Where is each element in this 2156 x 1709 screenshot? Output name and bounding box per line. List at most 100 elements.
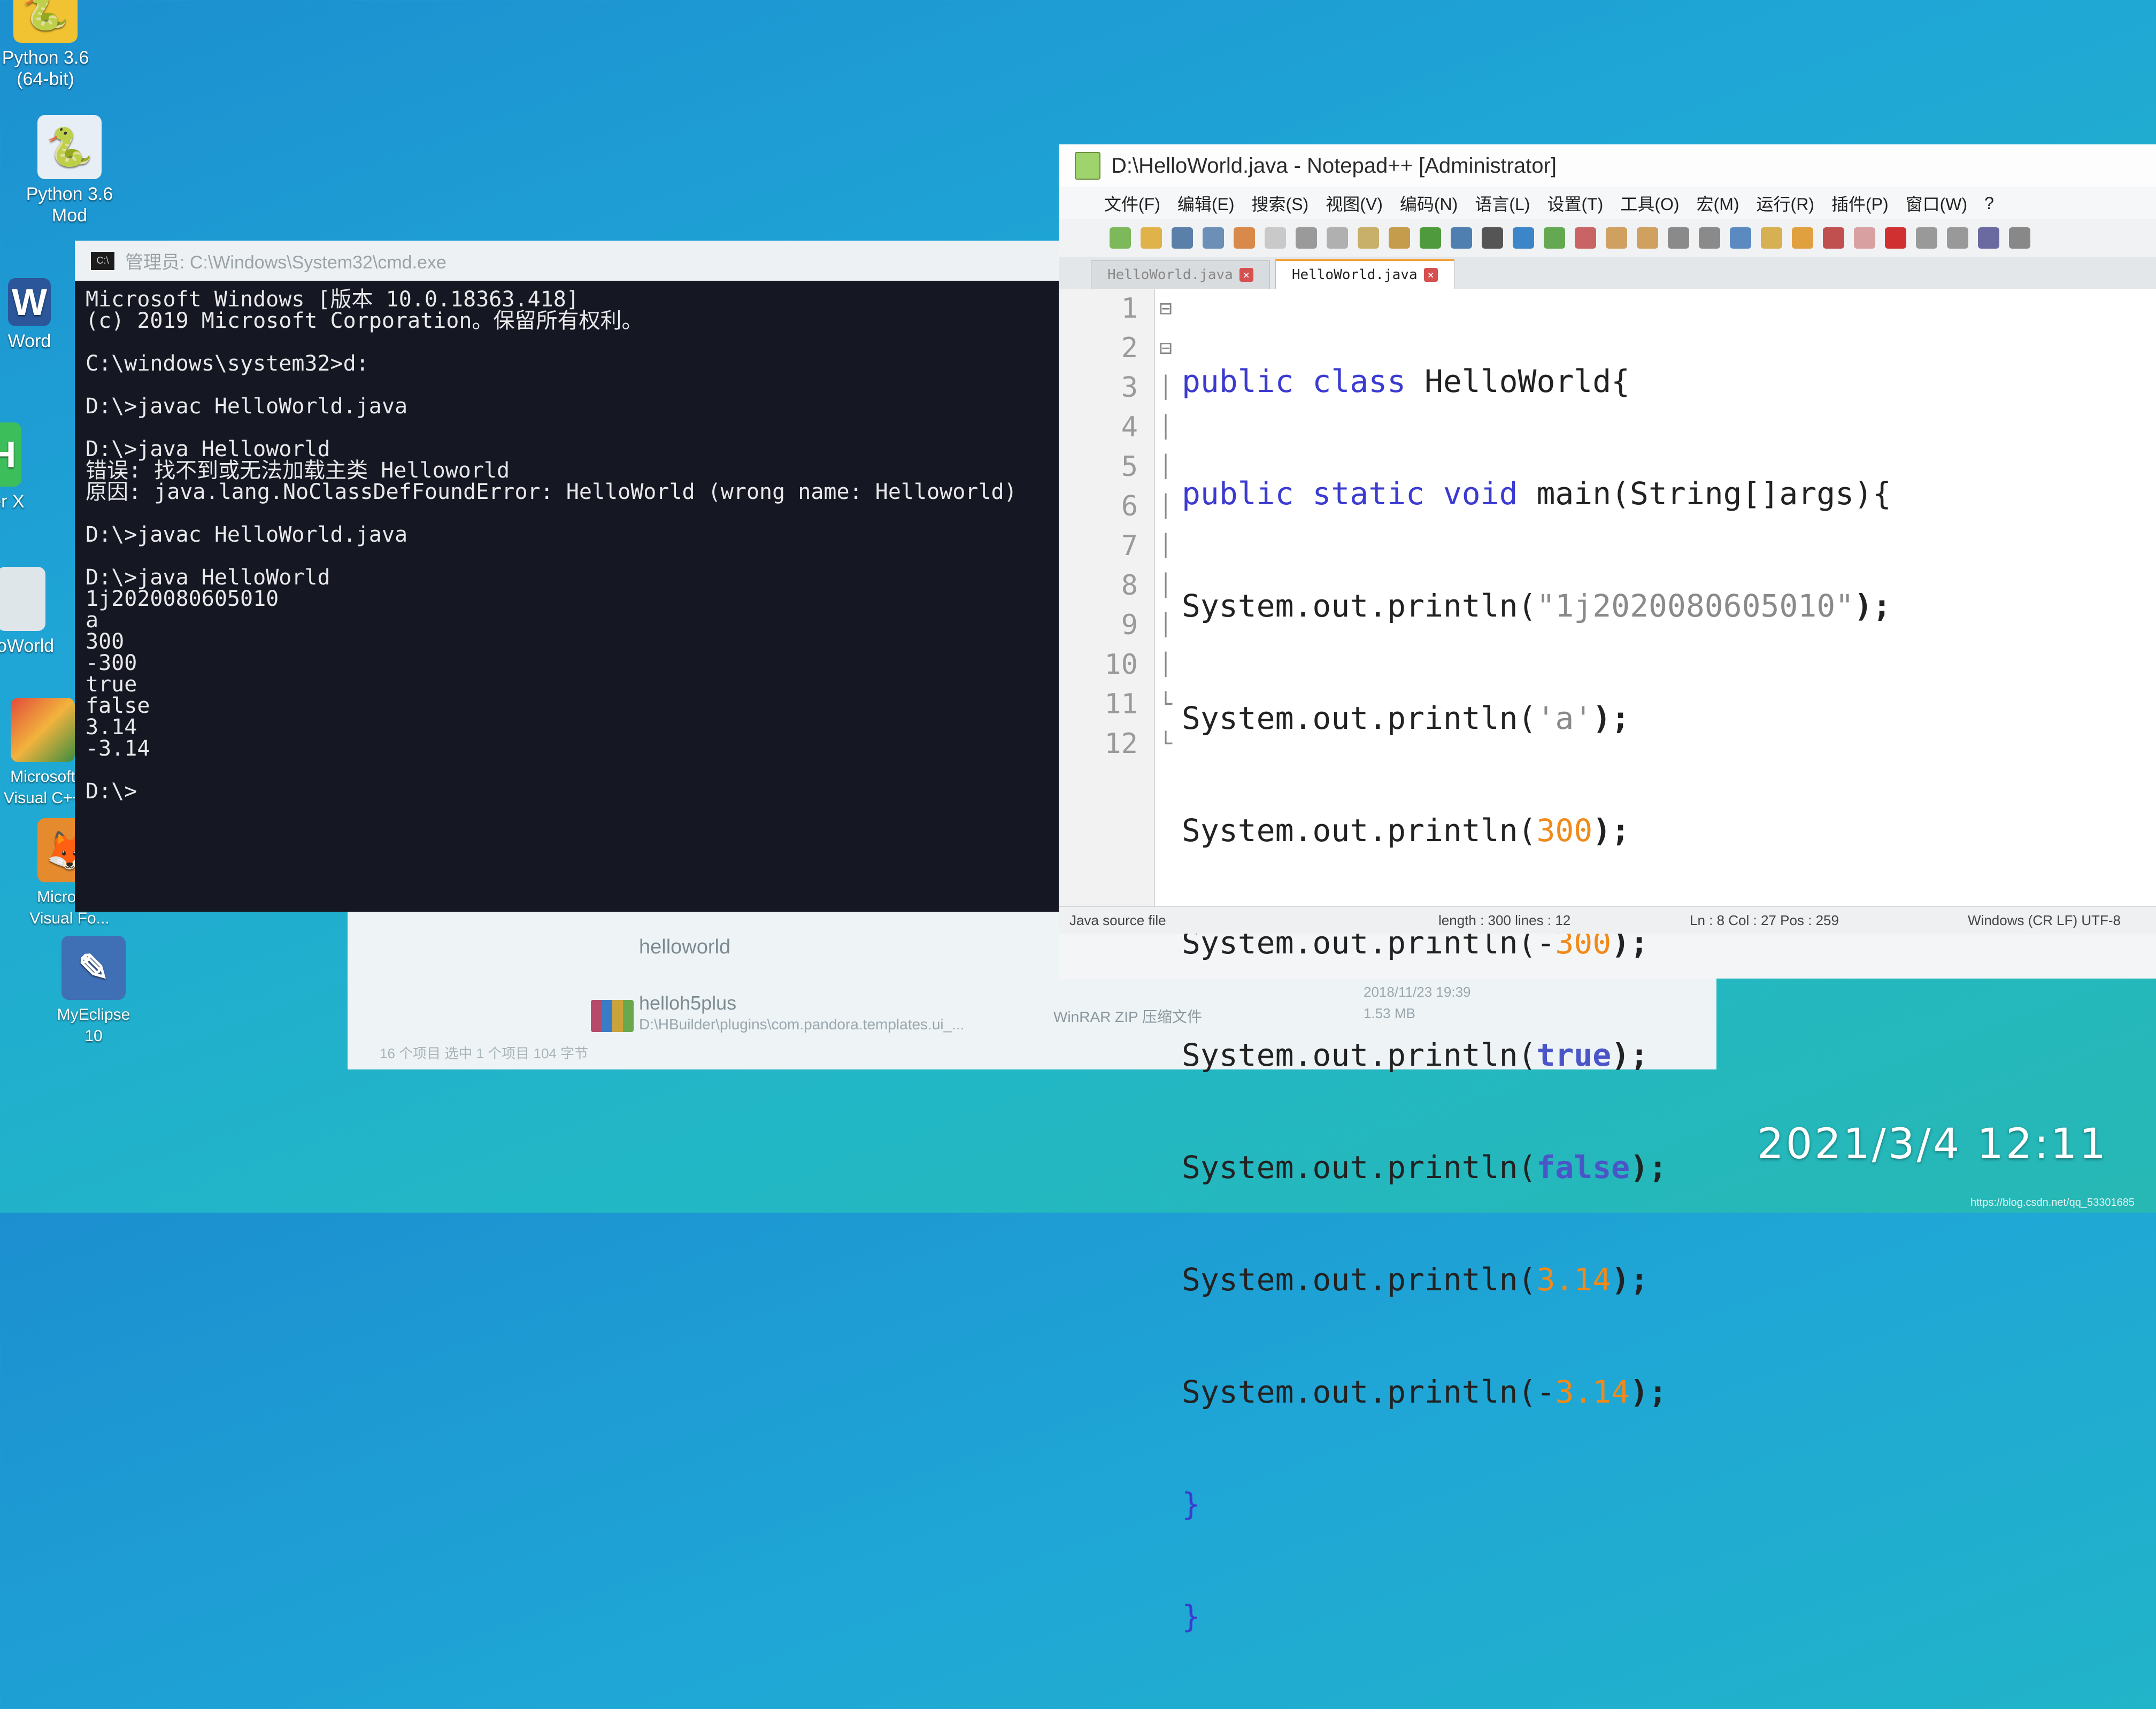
console-line: 1j2020080605010 xyxy=(86,587,279,611)
menu-item[interactable]: 插件(P) xyxy=(1831,191,1889,215)
sync-vertical-icon[interactable] xyxy=(1606,227,1627,249)
record-macro-icon[interactable] xyxy=(1885,227,1906,249)
stop-macro-icon[interactable] xyxy=(1916,227,1937,249)
console-line: D:\>java HelloWorld xyxy=(86,565,330,590)
menu-item[interactable]: 运行(R) xyxy=(1757,191,1814,215)
desktop-icon-myeclipse[interactable]: ✎ MyEclipse 10 xyxy=(40,936,147,1047)
fold-toggle-icon[interactable]: ⊟ xyxy=(1155,328,1176,368)
doc-map-icon[interactable] xyxy=(1761,227,1782,249)
close-tab-icon[interactable]: × xyxy=(1423,268,1438,282)
line-number: 5 xyxy=(1121,451,1138,483)
menu-item[interactable]: 文件(F) xyxy=(1104,191,1160,215)
cmd-console[interactable]: Microsoft Windows [版本 10.0.18363.418] (c)… xyxy=(75,281,1075,912)
code-line-4: System.out.println('a'); xyxy=(1182,700,1630,736)
close-all-icon[interactable] xyxy=(1265,227,1286,249)
explorer-status-bar: 16 个项目 选中 1 个项目 104 字节 xyxy=(380,1045,589,1061)
code-text[interactable]: public class HelloWorld{ public static v… xyxy=(1176,289,2156,1635)
menu-item[interactable]: 语言(L) xyxy=(1475,191,1530,215)
code-line-1: public class HelloWorld{ xyxy=(1182,363,1630,399)
tab-helloworld-2[interactable]: HelloWorld.java × xyxy=(1275,259,1454,289)
desktop-icon-word[interactable]: W Word xyxy=(0,278,83,352)
desktop-icon-app[interactable]: H der X xyxy=(0,422,56,512)
python-module-icon: 🐍 xyxy=(37,115,102,179)
undo-icon[interactable] xyxy=(1420,227,1441,249)
sync-horizontal-icon[interactable] xyxy=(1637,227,1658,249)
line-number: 1 xyxy=(1121,292,1138,325)
desktop-icon-label: der X xyxy=(0,491,25,512)
menu-item[interactable]: 编码(N) xyxy=(1400,191,1458,215)
npp-tab-bar: HelloWorld.java × HelloWorld.java × xyxy=(1059,257,2156,289)
fold-toggle-icon[interactable]: ⊟ xyxy=(1155,289,1176,328)
file-item-helloh5plus[interactable]: helloh5plus xyxy=(639,992,736,1014)
monitoring-icon[interactable] xyxy=(1854,227,1875,249)
cut-icon[interactable] xyxy=(1327,227,1348,249)
zoom-in-icon[interactable] xyxy=(1544,227,1565,249)
tab-helloworld-1[interactable]: HelloWorld.java × xyxy=(1091,260,1270,289)
status-length: length : 300 lines : 12 xyxy=(1438,912,1571,928)
file-item-helloworld[interactable]: helloworld xyxy=(639,936,730,959)
menu-item[interactable]: 视图(V) xyxy=(1326,191,1383,215)
status-position: Ln : 8 Col : 27 Pos : 259 xyxy=(1690,912,1839,928)
menu-item[interactable]: 窗口(W) xyxy=(1906,191,1968,215)
menu-item[interactable]: 宏(M) xyxy=(1697,191,1739,215)
find-icon[interactable] xyxy=(1482,227,1503,249)
myeclipse-icon: ✎ xyxy=(61,936,126,1000)
npp-status-bar: Java source file length : 300 lines : 12… xyxy=(1059,906,2156,934)
open-file-icon[interactable] xyxy=(1141,227,1162,249)
paste-icon[interactable] xyxy=(1389,227,1410,249)
zoom-out-icon[interactable] xyxy=(1575,227,1596,249)
line-number: 8 xyxy=(1121,569,1138,602)
console-line: -3.14 xyxy=(86,736,150,761)
notepad-plus-plus-window[interactable]: D:\HelloWorld.java - Notepad++ [Administ… xyxy=(1059,144,2156,1635)
cmd-window[interactable]: C:\ 管理员: C:\Windows\System32\cmd.exe Mic… xyxy=(75,241,1075,912)
save-macro-icon[interactable] xyxy=(2009,227,2030,249)
save-icon[interactable] xyxy=(1172,227,1193,249)
show-all-chars-icon[interactable] xyxy=(1699,227,1720,249)
line-number: 6 xyxy=(1121,490,1138,522)
console-line: 错误: 找不到或无法加载主类 Helloworld xyxy=(86,458,510,483)
desktop-icon-helloworld[interactable]: lloWorld xyxy=(0,567,75,657)
copy-icon[interactable] xyxy=(1358,227,1379,249)
code-editor[interactable]: 1 2 3 4 5 6 7 8 9 10 11 12 ⊟ ⊟ │ │ │ │ │ │ │ │ └ └ public cl… xyxy=(1059,289,2156,1635)
code-line-10: System.out.println(-3.14); xyxy=(1182,1374,1667,1410)
line-number: 9 xyxy=(1121,609,1138,641)
python-icon: 🐍 xyxy=(13,0,78,43)
word-wrap-icon[interactable] xyxy=(1668,227,1689,249)
save-all-icon[interactable] xyxy=(1203,227,1224,249)
npp-titlebar[interactable]: D:\HelloWorld.java - Notepad++ [Administ… xyxy=(1059,144,2156,187)
cmd-title: 管理员: C:\Windows\System32\cmd.exe xyxy=(125,252,446,273)
code-line-7: System.out.println(true); xyxy=(1182,1037,1649,1073)
desktop-icon-label: Python 3.6 Mod xyxy=(26,184,113,226)
close-tab-icon[interactable]: × xyxy=(1239,268,1253,282)
console-line: D:\>java Helloworld xyxy=(86,437,330,461)
run-macro-multiple-icon[interactable] xyxy=(1978,227,1999,249)
menu-item[interactable]: 搜索(S) xyxy=(1252,191,1309,215)
indent-guide-icon[interactable] xyxy=(1730,227,1751,249)
redo-icon[interactable] xyxy=(1451,227,1472,249)
line-number: 2 xyxy=(1121,332,1138,364)
notepad-plus-plus-icon xyxy=(1075,152,1100,180)
menu-item[interactable]: ? xyxy=(1984,194,1994,213)
desktop-icon-python-module[interactable]: 🐍 Python 3.6 Mod xyxy=(8,115,131,226)
console-line: 原因: java.lang.NoClassDefFoundError: Hell… xyxy=(86,480,1017,504)
replace-icon[interactable] xyxy=(1513,227,1534,249)
visual-cpp-icon xyxy=(11,698,75,762)
console-line: D:\>javac HelloWorld.java xyxy=(86,394,408,419)
play-macro-icon[interactable] xyxy=(1947,227,1968,249)
menu-item[interactable]: 编辑(E) xyxy=(1177,191,1235,215)
desktop-icon-python[interactable]: 🐍 Python 3.6 (64-bit) xyxy=(0,0,107,90)
print-icon[interactable] xyxy=(1296,227,1317,249)
folder-as-workspace-icon[interactable] xyxy=(1823,227,1844,249)
cmd-titlebar[interactable]: C:\ 管理员: C:\Windows\System32\cmd.exe xyxy=(75,241,1075,281)
console-line: a xyxy=(86,608,99,633)
function-list-icon[interactable] xyxy=(1792,227,1813,249)
folder-icon xyxy=(0,567,45,631)
menu-item[interactable]: 设置(T) xyxy=(1547,191,1603,215)
new-file-icon[interactable] xyxy=(1110,227,1131,249)
close-icon[interactable] xyxy=(1234,227,1255,249)
menu-item[interactable]: 工具(O) xyxy=(1620,191,1679,215)
file-item-path: D:\HBuilder\plugins\com.pandora.template… xyxy=(639,1016,965,1033)
